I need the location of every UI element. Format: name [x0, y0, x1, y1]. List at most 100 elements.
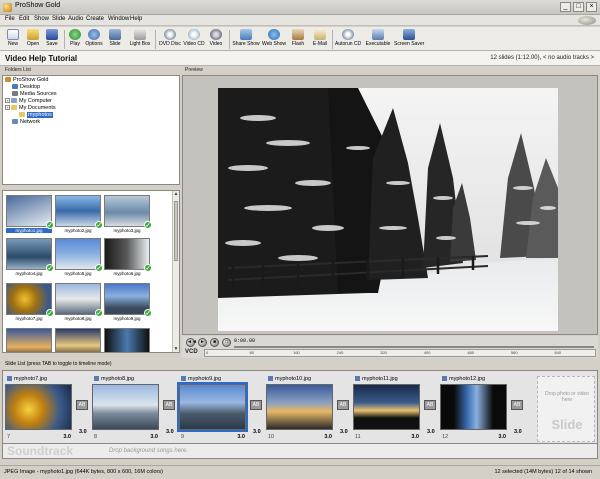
app-folder-icon	[5, 77, 11, 82]
menu-audio[interactable]: Audio	[68, 16, 83, 22]
slide-7[interactable]: myphoto7.jpg 7 3.0	[5, 376, 75, 443]
slide-thumbnail	[5, 384, 72, 430]
rewind-button[interactable]: ◄◄	[186, 338, 197, 347]
transition-icon[interactable]: AB	[424, 400, 436, 410]
menu-slide[interactable]: Slide	[52, 16, 65, 22]
slide-12[interactable]: myphoto12.jpg 12 3.0	[440, 376, 510, 443]
thumbnail-image: ✓	[6, 283, 54, 317]
file-thumb-myphoto4[interactable]: ✓ myphoto4.jpg	[6, 238, 54, 276]
soundtrack-bar[interactable]: Soundtrack Drop background songs here.	[2, 444, 598, 459]
file-thumb-myphoto12[interactable]	[104, 328, 150, 352]
scroll-up-icon[interactable]: ▲	[173, 191, 179, 197]
ruler-tick-label: 640	[554, 350, 562, 355]
file-thumb-myphoto2[interactable]: ✓ myphoto2.jpg	[55, 195, 103, 233]
slide-8[interactable]: myphoto8.jpg 8 3.0	[92, 376, 162, 443]
soundtrack-hint: Drop background songs here.	[109, 448, 189, 454]
scrub-bar[interactable]	[234, 346, 594, 348]
menu-file[interactable]: File	[5, 16, 15, 22]
tree-item-media-sources[interactable]: Media Sources	[12, 91, 57, 98]
scrollbar-thumb[interactable]	[174, 201, 178, 261]
scroll-down-icon[interactable]: ▼	[173, 346, 179, 352]
check-icon: ✓	[144, 264, 152, 272]
stop-button[interactable]: ■	[210, 338, 219, 347]
options-button[interactable]: Options	[84, 29, 104, 50]
file-thumb-myphoto11[interactable]	[55, 328, 101, 352]
menu-create[interactable]: Create	[86, 16, 104, 22]
tree-item-network[interactable]: Network	[12, 119, 40, 126]
check-icon: ✓	[46, 221, 54, 229]
network-icon	[12, 119, 18, 124]
playback-controls: ◄◄ ► ■ □ 0:00.00 VCD 0 80 160 240 320 400 480 5…	[182, 336, 598, 358]
title-bar: ProShow Gold _ □ ×	[0, 0, 600, 15]
ruler-tick-label: 480	[467, 350, 475, 355]
folders-tree[interactable]: ProShow Gold Desktop Media Sources + My C…	[2, 75, 180, 185]
proshow-app-icon	[3, 3, 12, 12]
minimize-button[interactable]: _	[560, 2, 571, 12]
screen-saver-button[interactable]: Screen Saver	[394, 29, 424, 50]
tree-item-my-documents[interactable]: + My Documents	[5, 105, 56, 112]
share-show-button[interactable]: Share Show	[232, 29, 260, 50]
slide-button[interactable]: Slide	[106, 29, 124, 50]
maximize-button[interactable]: □	[573, 2, 584, 12]
flash-button[interactable]: Flash	[289, 29, 307, 50]
thumbnail-image: ✓	[6, 238, 54, 272]
image-file-icon	[268, 376, 273, 381]
menu-window[interactable]: Window	[108, 16, 129, 22]
save-icon	[46, 29, 58, 40]
transition-icon[interactable]: AB	[163, 400, 175, 410]
transition-icon[interactable]: AB	[76, 400, 88, 410]
file-thumb-myphoto9[interactable]: ✓ myphoto9.jpg	[104, 283, 152, 321]
web-show-button[interactable]: Web Show	[261, 29, 287, 50]
toolbar-separator	[64, 30, 65, 49]
close-button[interactable]: ×	[586, 2, 597, 12]
thumbnail-image: ✓	[55, 238, 103, 272]
video-cd-button[interactable]: Video CD	[183, 29, 205, 50]
tree-item-my-computer[interactable]: + My Computer	[5, 98, 52, 105]
toolbar-separator	[229, 30, 230, 49]
video-button[interactable]: Video	[207, 29, 225, 50]
play-button[interactable]: ►	[198, 338, 207, 347]
tree-item-desktop[interactable]: Desktop	[12, 84, 40, 91]
check-icon: ✓	[144, 221, 152, 229]
desktop-icon	[12, 84, 18, 89]
file-thumb-myphoto8[interactable]: ✓ myphoto8.jpg	[55, 283, 103, 321]
new-button[interactable]: New	[4, 29, 22, 50]
file-thumb-myphoto3[interactable]: ✓ myphoto3.jpg	[104, 195, 152, 233]
expand-icon[interactable]: +	[5, 98, 10, 103]
tree-item-myphotos[interactable]: myphotos	[19, 112, 53, 119]
save-button[interactable]: Save	[43, 29, 61, 50]
email-button[interactable]: E-Mail	[310, 29, 330, 50]
file-thumb-myphoto10[interactable]	[6, 328, 52, 352]
slide-drop-target[interactable]: Drop photo or video here Slide	[537, 376, 595, 442]
file-list-scrollbar[interactable]: ▲ ▼	[172, 191, 179, 352]
file-thumb-myphoto6[interactable]: ✓ myphoto6.jpg	[104, 238, 152, 276]
play-button[interactable]: Play	[67, 29, 83, 50]
transition-icon[interactable]: AB	[337, 400, 349, 410]
lightbox-button[interactable]: Light Box	[128, 29, 152, 50]
executable-button[interactable]: Executable	[364, 29, 392, 50]
transition-icon[interactable]: AB	[511, 400, 523, 410]
slide-9[interactable]: myphoto9.jpg 9 3.0	[177, 376, 249, 443]
file-thumb-myphoto5[interactable]: ✓ myphoto5.jpg	[55, 238, 103, 276]
expand-icon[interactable]: +	[5, 105, 10, 110]
fullscreen-button[interactable]: □	[222, 338, 231, 347]
slide-11[interactable]: myphoto11.jpg 11 3.0	[353, 376, 423, 443]
tree-item-proshow-gold[interactable]: ProShow Gold	[5, 77, 48, 84]
file-thumb-myphoto7[interactable]: ✓ myphoto7.jpg	[6, 283, 54, 321]
file-list[interactable]: ✓ myphoto1.jpg ✓ myphoto2.jpg ✓ myphoto3…	[2, 190, 180, 353]
thumbnail-image: ✓	[6, 195, 54, 229]
preview-header: Preview	[182, 66, 598, 75]
menu-show[interactable]: Show	[34, 16, 49, 22]
dvd-disc-button[interactable]: DVD Disc	[159, 29, 181, 50]
thumbnail-image: ✓	[104, 238, 152, 272]
open-button[interactable]: Open	[24, 29, 42, 50]
menu-edit[interactable]: Edit	[19, 16, 29, 22]
lightbox-icon	[134, 29, 146, 40]
preview-pane	[182, 75, 598, 335]
slide-10[interactable]: myphoto10.jpg 10 3.0	[266, 376, 336, 443]
autorun-cd-button[interactable]: Autorun CD	[335, 29, 361, 50]
slide-list[interactable]: myphoto7.jpg 7 3.0 AB 3.0 myphoto8.jpg 8…	[2, 370, 598, 444]
transition-icon[interactable]: AB	[250, 400, 262, 410]
menu-help[interactable]: Help	[130, 16, 142, 22]
file-thumb-myphoto1[interactable]: ✓ myphoto1.jpg	[6, 195, 54, 233]
